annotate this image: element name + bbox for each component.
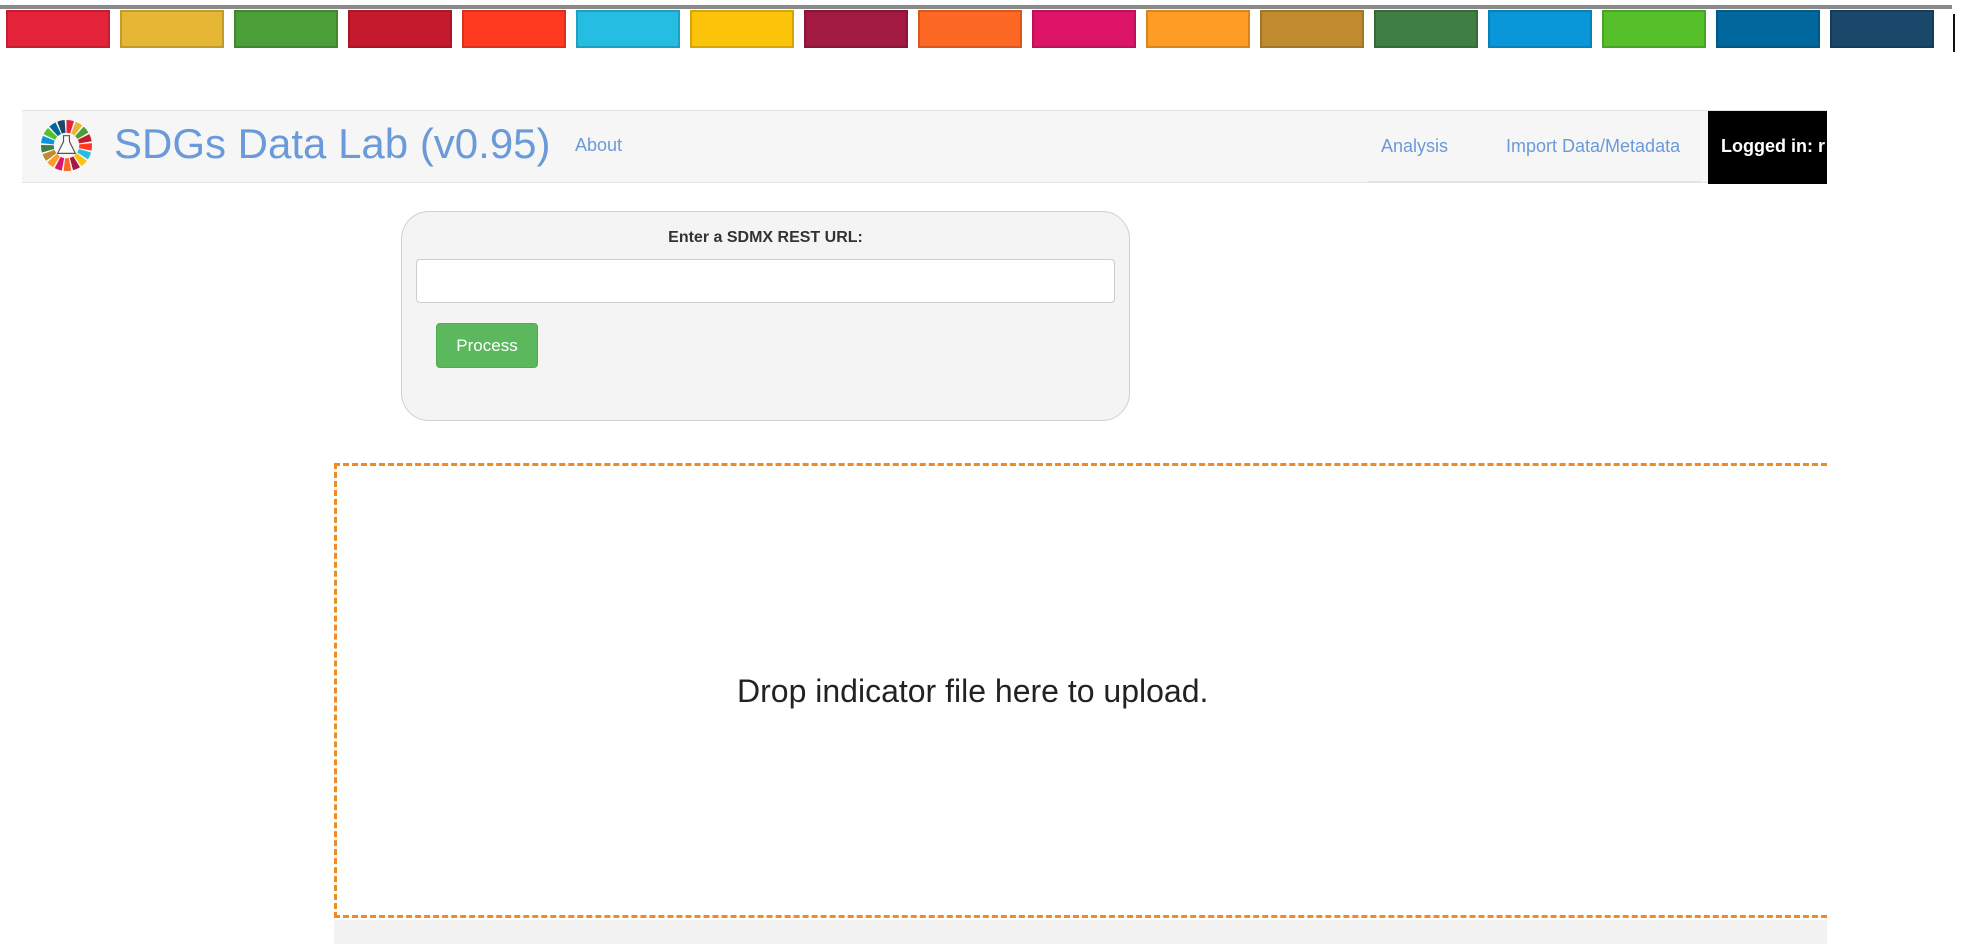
sdg-color-block xyxy=(1260,10,1364,48)
sdg-color-block xyxy=(804,10,908,48)
sdmx-url-panel: Enter a SDMX REST URL: Process xyxy=(401,211,1130,421)
sdg-color-block xyxy=(1830,10,1934,48)
sdg-wheel-logo-icon xyxy=(40,119,93,172)
sdg-color-block xyxy=(1374,10,1478,48)
nav-links: Analysis Import Data/Metadata xyxy=(1368,111,1702,183)
sdg-color-block xyxy=(1032,10,1136,48)
about-link[interactable]: About xyxy=(575,135,622,156)
process-button[interactable]: Process xyxy=(436,323,538,368)
sdg-color-strip xyxy=(0,0,1962,56)
sdg-color-block xyxy=(234,10,338,48)
sdmx-url-input[interactable] xyxy=(416,259,1115,303)
sdg-color-block xyxy=(1146,10,1250,48)
sdg-color-block xyxy=(462,10,566,48)
dropzone-text: Drop indicator file here to upload. xyxy=(737,673,1209,709)
footer-bar xyxy=(334,920,1827,944)
text-cursor xyxy=(1953,14,1955,52)
sdg-color-block xyxy=(6,10,110,48)
logged-in-user[interactable]: Logged in: r xyxy=(1708,111,1827,184)
sdg-color-block xyxy=(120,10,224,48)
sdmx-url-label: Enter a SDMX REST URL: xyxy=(668,229,863,246)
sdg-color-block xyxy=(690,10,794,48)
sdg-color-block xyxy=(1488,10,1592,48)
sdg-color-block xyxy=(1602,10,1706,48)
sdg-wheel-segment xyxy=(79,143,93,151)
file-dropzone[interactable]: Drop indicator file here to upload. xyxy=(334,463,1827,918)
sdg-color-block xyxy=(1716,10,1820,48)
sdg-color-block xyxy=(918,10,1022,48)
sdg-color-block xyxy=(576,10,680,48)
sdg-color-block xyxy=(348,10,452,48)
flask-icon xyxy=(56,135,77,154)
sdg-wheel-segment xyxy=(63,158,72,172)
app-title[interactable]: SDGs Data Lab (v0.95) xyxy=(114,120,551,168)
nav-import-data-metadata[interactable]: Import Data/Metadata xyxy=(1506,136,1680,157)
navbar: SDGs Data Lab (v0.95) About Analysis Imp… xyxy=(22,110,1827,184)
nav-analysis[interactable]: Analysis xyxy=(1381,136,1448,157)
